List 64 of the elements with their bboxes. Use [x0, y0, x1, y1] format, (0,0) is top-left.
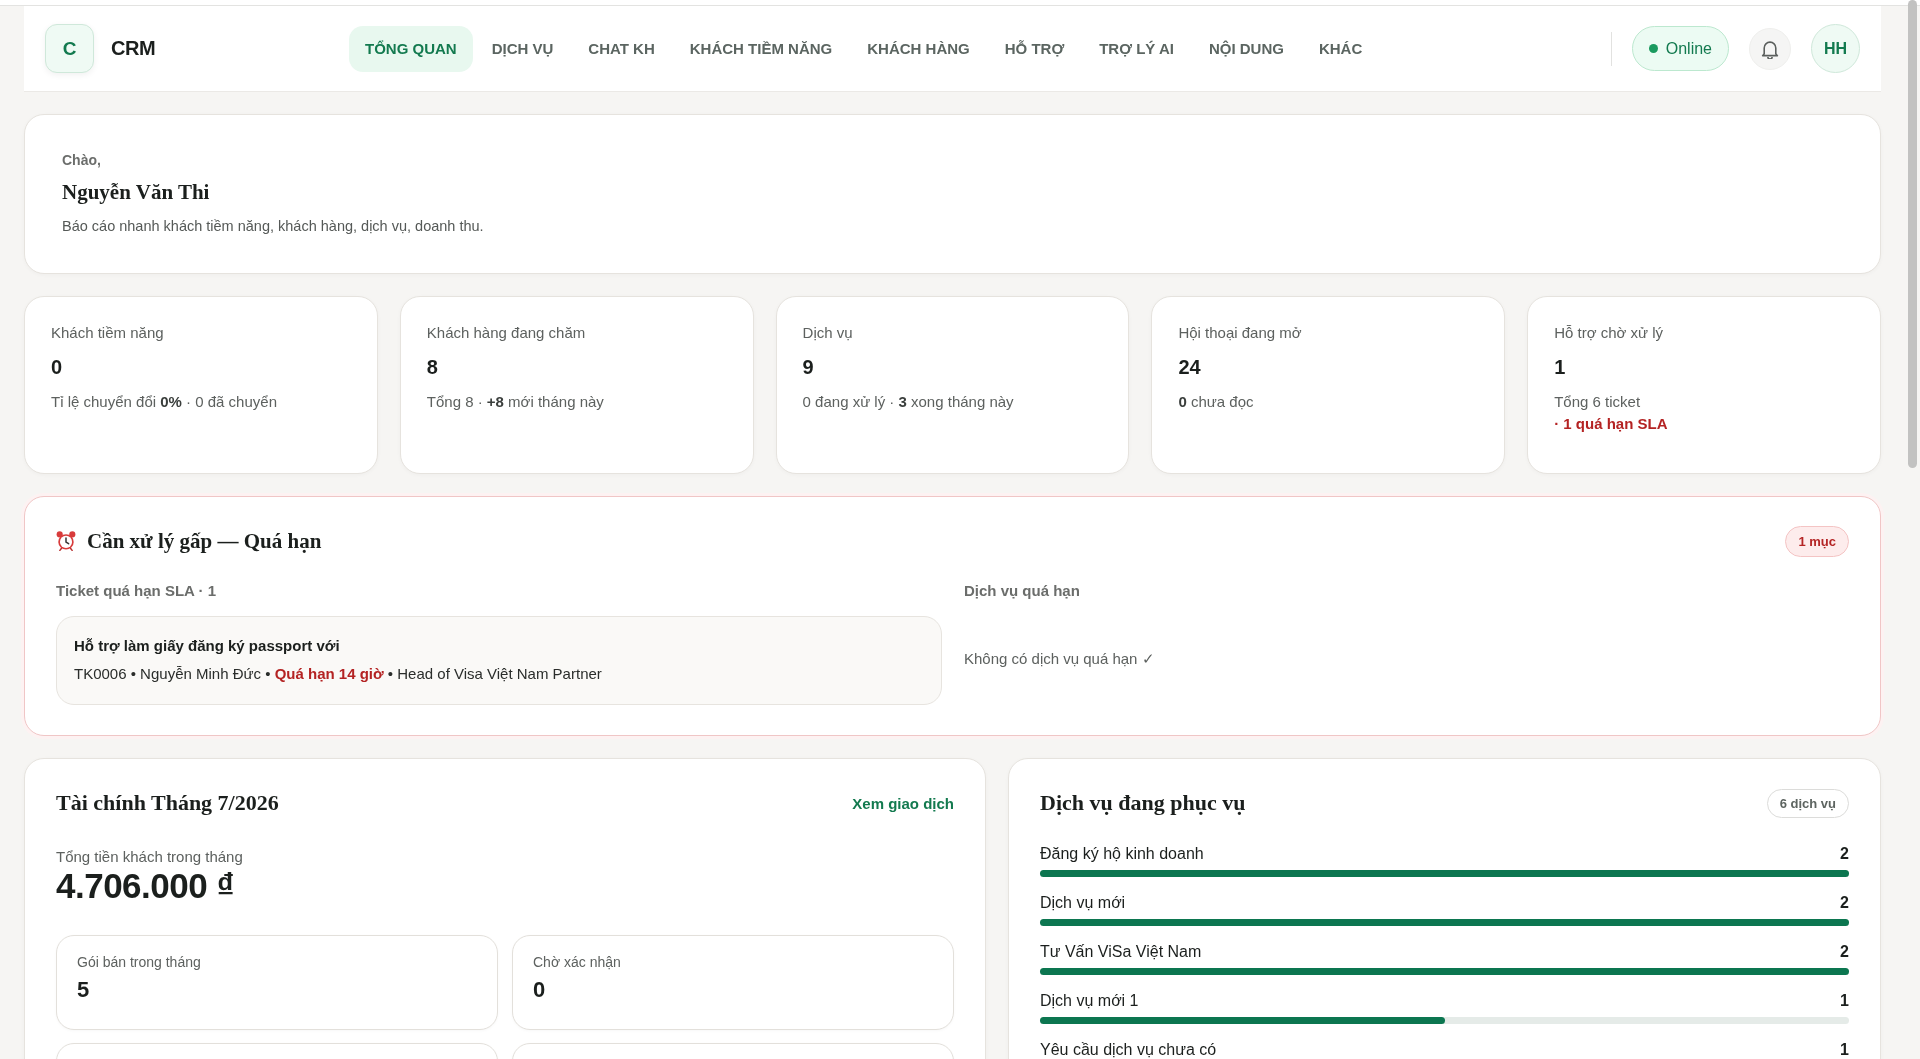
service-name: Dịch vụ mới — [1040, 894, 1126, 912]
alarm-clock-icon — [56, 531, 76, 551]
total-amount: 4.706.000 ₫ — [56, 867, 235, 905]
user-avatar[interactable]: HH — [1811, 24, 1860, 73]
total-label: Tổng tiền khách trong tháng — [56, 847, 244, 867]
nav-tab[interactable]: HỖ TRỢ — [988, 25, 1081, 72]
nav-tab[interactable]: TỔNG QUAN — [349, 25, 473, 72]
nav-tab[interactable]: DỊCH VỤ — [475, 25, 570, 72]
overdue-text: · 1 quá hạn SLA — [1554, 414, 1669, 434]
nav-tab[interactable]: KHÁCH HÀNG — [851, 25, 986, 72]
stat-value: 0 — [51, 355, 64, 380]
app-name: CRM — [111, 37, 156, 60]
section-heading: Dịch vụ quá hạn — [964, 582, 1081, 600]
stat-note: Tổng 6 ticket — [1554, 392, 1642, 412]
summary-label: Chờ xác nhận — [533, 953, 622, 971]
empty-message: Không có dịch vụ quá hạn ✓ — [964, 650, 1155, 668]
nav-tab[interactable]: KHÁCH TIỀM NĂNG — [673, 25, 849, 72]
summary-value: 0 — [533, 976, 547, 1004]
stat-label: Hỗ trợ chờ xử lý — [1554, 323, 1665, 343]
stat-label: Hội thoại đang mở — [1178, 323, 1303, 343]
stat-value: 9 — [802, 355, 815, 380]
view-transactions-link[interactable]: Xem giao dịch — [852, 794, 954, 812]
notifications-button[interactable] — [1749, 27, 1791, 70]
service-count: 2 — [1840, 943, 1849, 961]
ticket-title: Hỗ trợ làm giấy đăng ký passport với — [74, 636, 341, 656]
section-heading: Ticket quá hạn SLA · 1 — [56, 582, 218, 600]
service-name: Đăng ký hộ kinh doanh — [1040, 845, 1204, 863]
service-name: Dịch vụ mới 1 — [1040, 992, 1139, 1010]
count-badge: 1 mục — [1785, 525, 1849, 557]
stat-note: Tỉ lệ chuyển đổi 0% · 0 đã chuyển — [51, 392, 278, 412]
nav-tab[interactable]: CHAT KH — [572, 25, 671, 72]
status-pill[interactable]: Online — [1631, 26, 1729, 71]
panel-title: Dịch vụ đang phục vụ — [1040, 790, 1246, 816]
stat-note: 0 chưa đọc — [1178, 392, 1255, 412]
service-count: 1 — [1840, 992, 1849, 1010]
panel-title: Tài chính Tháng 7/2026 — [56, 790, 279, 816]
user-name: Nguyễn Văn Thi — [62, 179, 211, 205]
count-badge: 6 dịch vụ — [1766, 788, 1849, 818]
summary-label: Gói bán trong tháng — [77, 953, 202, 971]
stat-label: Khách hàng đang chăm — [426, 323, 587, 343]
service-name: Yêu cầu dịch vụ chưa có — [1040, 1041, 1217, 1059]
nav-tab[interactable]: NỘI DUNG — [1192, 25, 1300, 72]
panel-title: Cần xử lý gấp — Quá hạn — [87, 528, 322, 554]
nav-tab[interactable]: KHÁC — [1302, 25, 1379, 72]
service-count: 2 — [1840, 845, 1849, 863]
stat-note: 0 đang xử lý · 3 xong tháng này — [802, 392, 1015, 412]
app-logo: C — [45, 24, 94, 73]
bell-icon — [1761, 38, 1779, 59]
greeting-label: Chào, — [62, 151, 102, 169]
stat-value: 1 — [1554, 355, 1567, 380]
stat-label: Dịch vụ — [802, 323, 854, 343]
service-count: 1 — [1840, 1041, 1849, 1059]
stat-note: Tổng 8 · +8 mới tháng này — [426, 392, 605, 412]
stat-label: Khách tiềm năng — [51, 323, 165, 343]
ticket-card[interactable]: Hỗ trợ làm giấy đăng ký passport với TK0006 • Nguyễn Minh Đức • Quá hạn 14 giờ • Head of Visa Việt Nam Partner — [56, 616, 942, 705]
stat-value: 8 — [426, 355, 439, 380]
ticket-meta: TK0006 • Nguyễn Minh Đức • Quá hạn 14 giờ • Head of Visa Việt Nam Partner — [74, 664, 603, 684]
greeting-subtitle: Báo cáo nhanh khách tiềm năng, khách hàng, dịch vụ, doanh thu. — [62, 217, 485, 236]
scrollbar-thumb[interactable] — [1908, 0, 1917, 468]
stat-value: 24 — [1178, 355, 1202, 380]
nav-tab[interactable]: TRỢ LÝ AI — [1083, 25, 1190, 72]
service-name: Tư Vấn ViSa Việt Nam — [1040, 943, 1202, 961]
service-count: 2 — [1840, 894, 1849, 912]
summary-value: 5 — [77, 976, 91, 1004]
